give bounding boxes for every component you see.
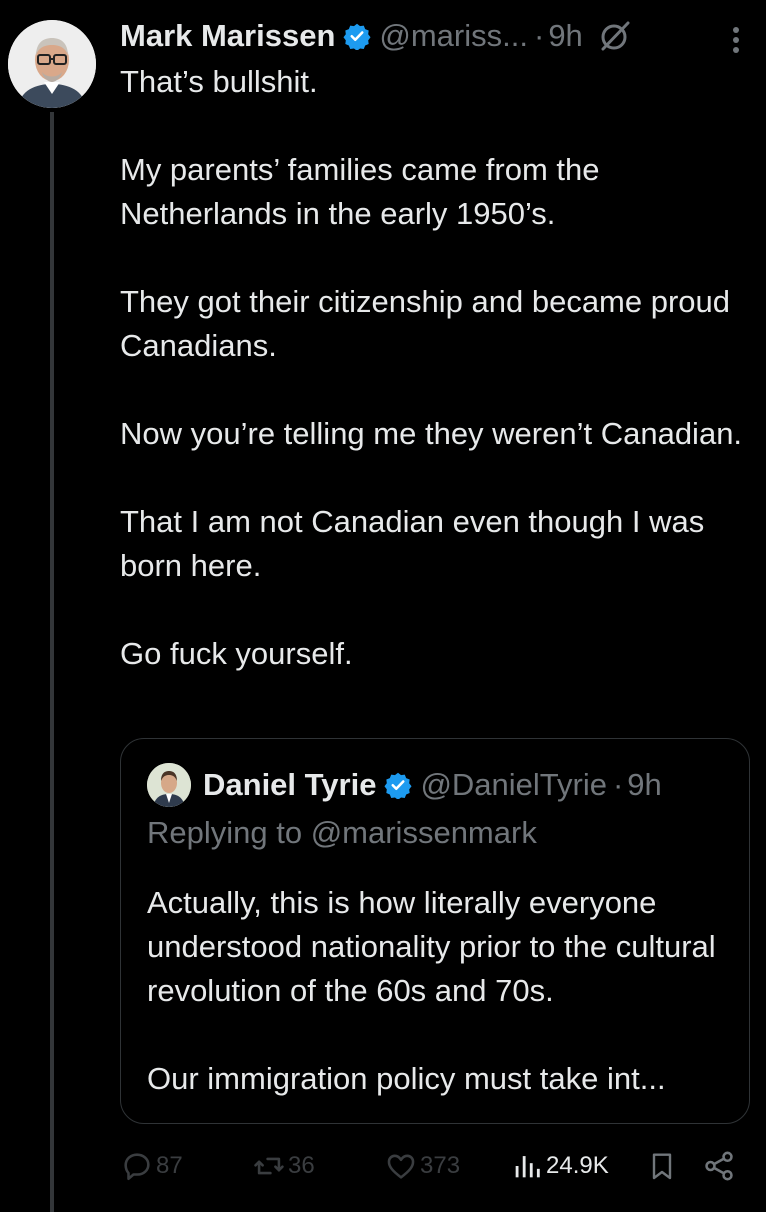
repost-button[interactable]: 36	[252, 1146, 315, 1186]
quote-paragraph: Actually, this is how literally everyone…	[147, 885, 716, 1008]
reply-count: 87	[156, 1152, 183, 1179]
quoted-tweet-card[interactable]: Daniel Tyrie @DanielTyrie · 9h Replying …	[120, 738, 750, 1124]
tweet-paragraph: My parents’ families came from the Nethe…	[120, 152, 600, 231]
repost-count: 36	[288, 1152, 315, 1179]
tweet-paragraph: That I am not Canadian even though I was…	[120, 504, 705, 583]
thread-line	[50, 112, 54, 1212]
author-handle[interactable]: @mariss...	[379, 18, 528, 54]
quote-avatar[interactable]	[147, 763, 191, 807]
quote-time[interactable]: 9h	[627, 767, 661, 803]
quote-header: Daniel Tyrie @DanielTyrie · 9h	[147, 763, 662, 807]
view-count: 24.9K	[546, 1152, 609, 1179]
repost-icon	[254, 1157, 284, 1175]
bookmark-icon	[652, 1153, 672, 1180]
tweet-paragraph: That’s bullshit.	[120, 64, 318, 99]
quote-author-name[interactable]: Daniel Tyrie	[203, 767, 376, 803]
views-button[interactable]: 24.9K	[510, 1146, 609, 1186]
action-bar: 87 36 373 24.9K	[120, 1146, 750, 1186]
quote-author-handle[interactable]: @DanielTyrie	[420, 767, 607, 803]
separator-dot: ·	[533, 18, 545, 53]
tweet-time[interactable]: 9h	[548, 18, 582, 54]
verified-badge-icon	[343, 22, 371, 51]
like-count: 373	[420, 1152, 461, 1179]
author-name[interactable]: Mark Marissen	[120, 18, 335, 54]
like-button[interactable]: 373	[384, 1146, 460, 1186]
like-icon	[387, 1154, 415, 1179]
quote-text: Actually, this is how literally everyone…	[147, 881, 737, 1145]
replying-to: Replying to @marissenmark	[147, 815, 537, 850]
tweet-paragraph: Now you’re telling me they weren’t Canad…	[120, 416, 743, 451]
quote-paragraph: Our immigration policy must take int...	[147, 1061, 666, 1096]
avatar[interactable]	[8, 20, 96, 108]
reply-button[interactable]: 87	[120, 1146, 183, 1186]
share-button[interactable]	[702, 1146, 738, 1186]
share-icon	[705, 1151, 733, 1181]
tweet-text: That’s bullshit. My parents’ families ca…	[120, 60, 750, 720]
more-icon[interactable]	[726, 22, 746, 58]
reply-icon	[124, 1153, 150, 1181]
tweet-paragraph: Go fuck yourself.	[120, 636, 353, 671]
tweet-header: Mark Marissen @mariss... · 9h	[120, 14, 760, 58]
tweet-paragraph: They got their citizenship and became pr…	[120, 284, 731, 363]
views-icon	[515, 1156, 540, 1178]
separator-dot: ·	[612, 767, 624, 802]
grok-icon[interactable]	[597, 18, 633, 54]
verified-badge-icon	[384, 771, 412, 800]
bookmark-button[interactable]	[646, 1146, 680, 1186]
